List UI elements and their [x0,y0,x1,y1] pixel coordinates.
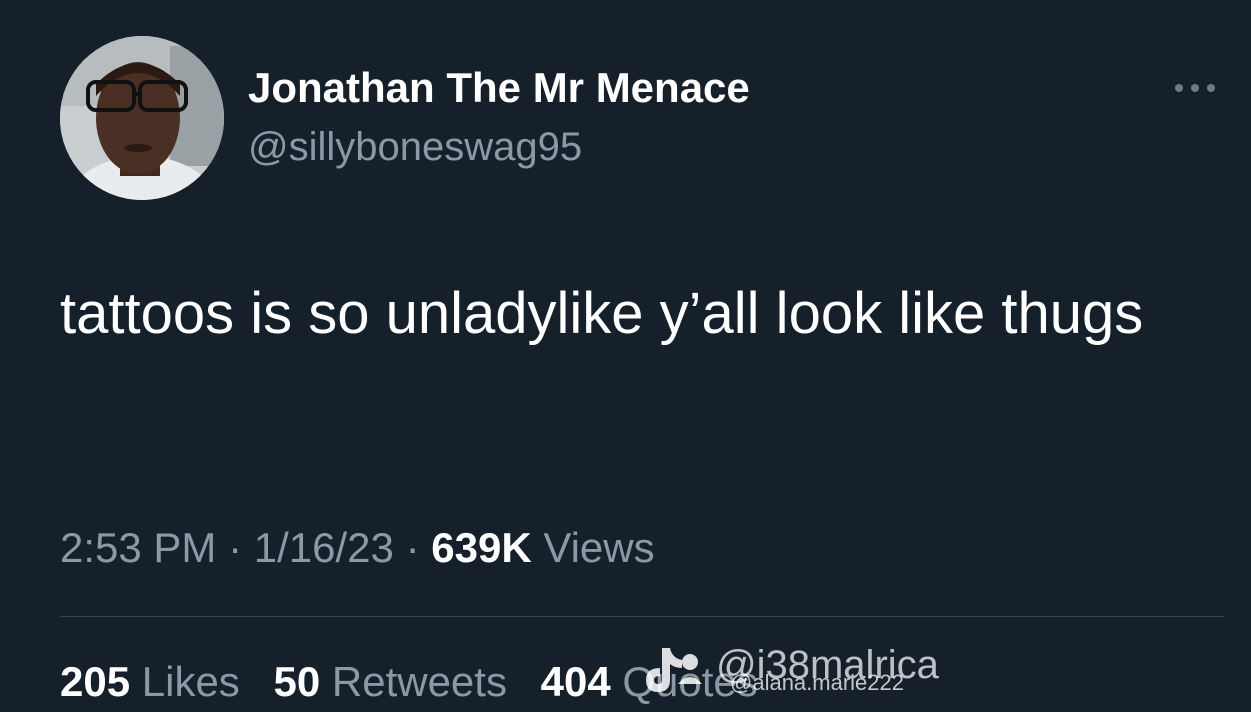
likes-label: Likes [141,658,240,705]
divider [60,616,1224,617]
retweets-stat[interactable]: 50 Retweets [273,658,506,705]
user-handle[interactable]: @sillyboneswag95 [248,122,582,172]
tweet-card: Jonathan The Mr Menace @sillyboneswag95 … [0,0,1251,705]
retweets-count: 50 [273,658,321,705]
views-label: Views [543,524,655,571]
separator-dot: · [228,524,243,571]
avatar-photo [60,36,224,200]
quotes-stat[interactable]: 404 Quotes [541,658,758,705]
likes-count: 205 [60,658,131,705]
ellipsis-icon[interactable] [1170,76,1220,100]
display-name[interactable]: Jonathan The Mr Menace [248,62,750,114]
views-count: 639K [431,524,532,571]
tweet-text: tattoos is so unladylike y’all look like… [60,281,1144,346]
retweets-label: Retweets [331,658,507,705]
quotes-count: 404 [540,658,611,705]
tweet-time[interactable]: 2:53 PM [60,524,216,571]
tweet-metadata: 2:53 PM · 1/16/23 · 639K Views [60,518,655,578]
likes-stat[interactable]: 205 Likes [60,658,240,705]
avatar[interactable] [60,36,224,200]
separator-dot: · [405,524,420,571]
engagement-stats: 205 Likes 50 Retweets 404 Quotes [60,652,780,712]
tweet-date[interactable]: 1/16/23 [254,524,394,571]
quotes-label: Quotes [622,658,758,705]
